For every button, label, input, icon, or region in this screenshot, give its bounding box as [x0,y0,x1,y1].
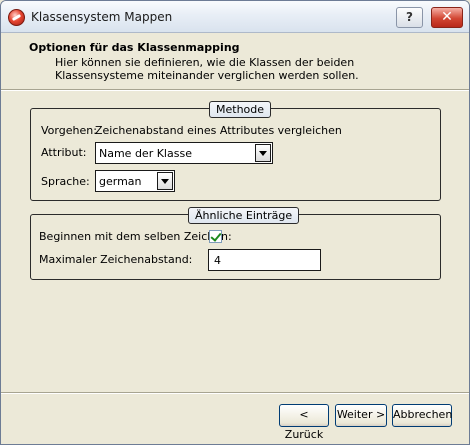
attribut-select[interactable]: Name der Klasse [95,142,273,164]
attribut-selected-value: Name der Klasse [99,147,192,160]
page-description: Hier können sie definieren, wie die Klas… [55,56,359,82]
aehnliche-eintraege-group: Ähnliche Einträge Beginnen mit dem selbe… [30,207,441,280]
dialog-window: Klassensystem Mappen ? ✕ Optionen für da… [0,0,470,445]
help-button[interactable]: ? [396,7,423,28]
vorgehen-label: Vorgehen: [41,124,97,137]
vorgehen-value: Zeichenabstand eines Attributes vergleic… [95,124,342,137]
title-bar[interactable]: Klassensystem Mappen ? ✕ [1,1,469,33]
abstand-input[interactable]: 4 [208,249,321,271]
methode-legend: Methode [209,101,272,118]
chevron-down-icon[interactable] [255,144,271,162]
beginnen-checkbox[interactable] [209,230,222,243]
next-button[interactable]: Weiter > [335,404,387,427]
abstand-value: 4 [214,254,221,267]
chevron-down-icon[interactable] [157,172,173,190]
window-title: Klassensystem Mappen [31,10,173,24]
abstand-label: Maximaler Zeichenabstand: [39,253,193,266]
sprache-select[interactable]: german [95,170,175,192]
beginnen-label: Beginnen mit dem selben Zeichen: [39,230,232,243]
page-title: Optionen für das Klassenmapping [29,41,240,54]
header-divider [1,89,469,91]
sprache-selected-value: german [99,175,142,188]
sprache-label: Sprache: [41,175,90,188]
back-button[interactable]: < Zurück [279,404,329,441]
app-icon [8,9,25,26]
attribut-label: Attribut: [41,146,87,159]
methode-group: Methode Vorgehen: Zeichenabstand eines A… [30,101,441,201]
cancel-button[interactable]: Abbrechen [392,404,452,427]
close-button[interactable]: ✕ [431,7,463,28]
aehnliche-legend: Ähnliche Einträge [188,207,300,224]
footer-divider [1,392,469,394]
wizard-header: Optionen für das Klassenmapping Hier kön… [1,34,469,86]
